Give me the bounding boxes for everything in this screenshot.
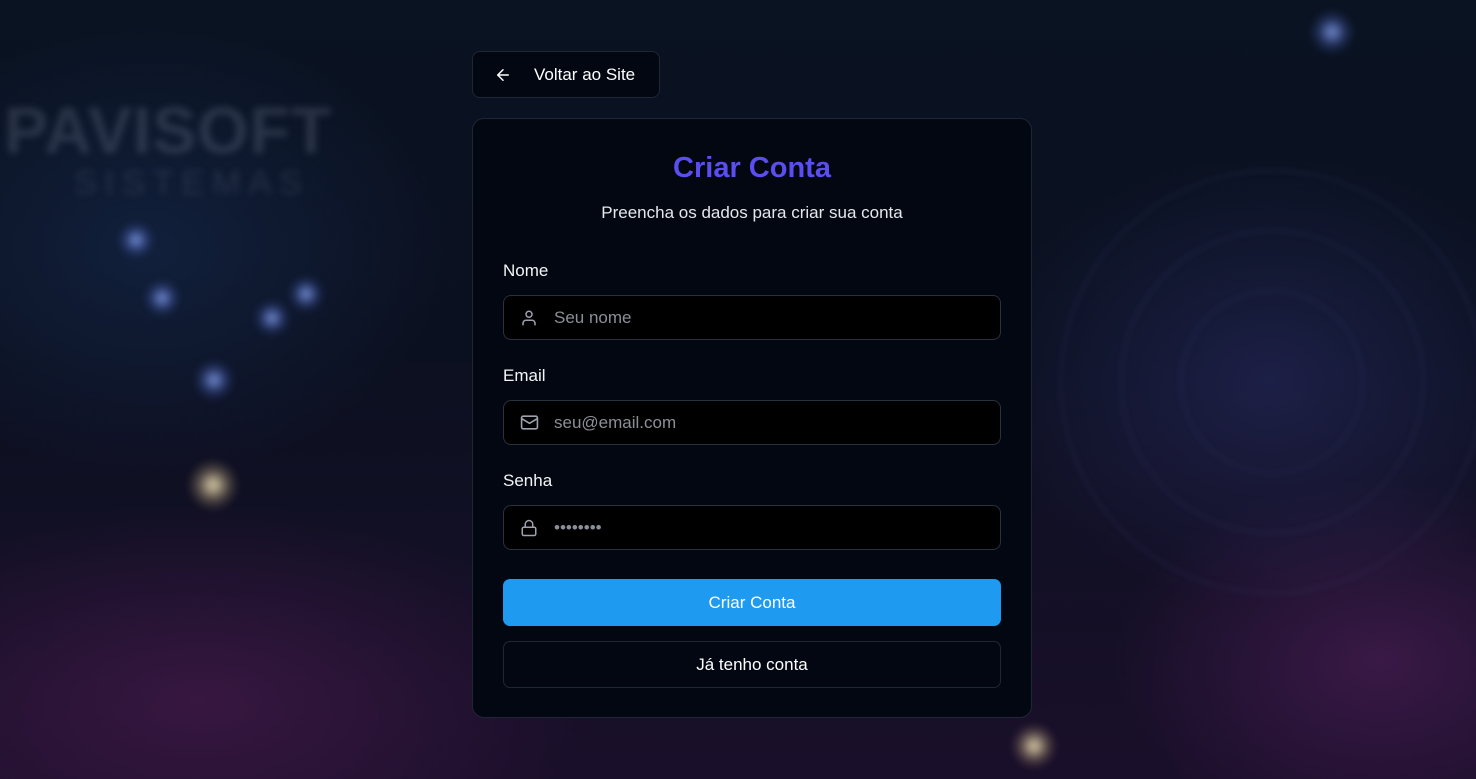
back-button-label: Voltar ao Site [534,64,636,84]
bg-light [188,460,238,510]
name-label: Nome [503,261,549,280]
bg-ring [1060,170,1476,594]
signup-card: Criar Conta Preencha os dados para criar… [472,118,1032,718]
background-logo: PAVISOFT [4,93,333,167]
bg-light [118,222,154,258]
mail-icon [519,413,539,433]
back-to-site-button[interactable]: Voltar ao Site [472,51,660,98]
bg-light [288,276,324,312]
background-logo-subtext: SISTEMAS [74,164,310,202]
bg-light [1012,724,1056,768]
email-label: Email [503,366,546,385]
user-icon [519,308,539,328]
bg-light [144,280,180,316]
arrow-left-icon [497,68,509,81]
name-input[interactable] [554,296,1000,339]
bg-ring [1120,230,1424,534]
bg-light [194,360,234,400]
create-account-button[interactable]: Criar Conta [503,579,1001,626]
password-input[interactable] [554,506,1000,549]
password-field[interactable] [503,505,1001,550]
name-field[interactable] [503,295,1001,340]
bg-ring [1180,290,1364,474]
form-subtitle: Preencha os dados para criar sua conta [601,203,903,222]
email-field[interactable] [503,400,1001,445]
bg-light [254,300,290,336]
email-input[interactable] [554,401,1000,444]
have-account-button[interactable]: Já tenho conta [503,641,1001,688]
lock-icon [519,518,539,538]
form-title: Criar Conta [673,152,831,184]
bg-light [1310,10,1354,54]
password-label: Senha [503,471,553,490]
